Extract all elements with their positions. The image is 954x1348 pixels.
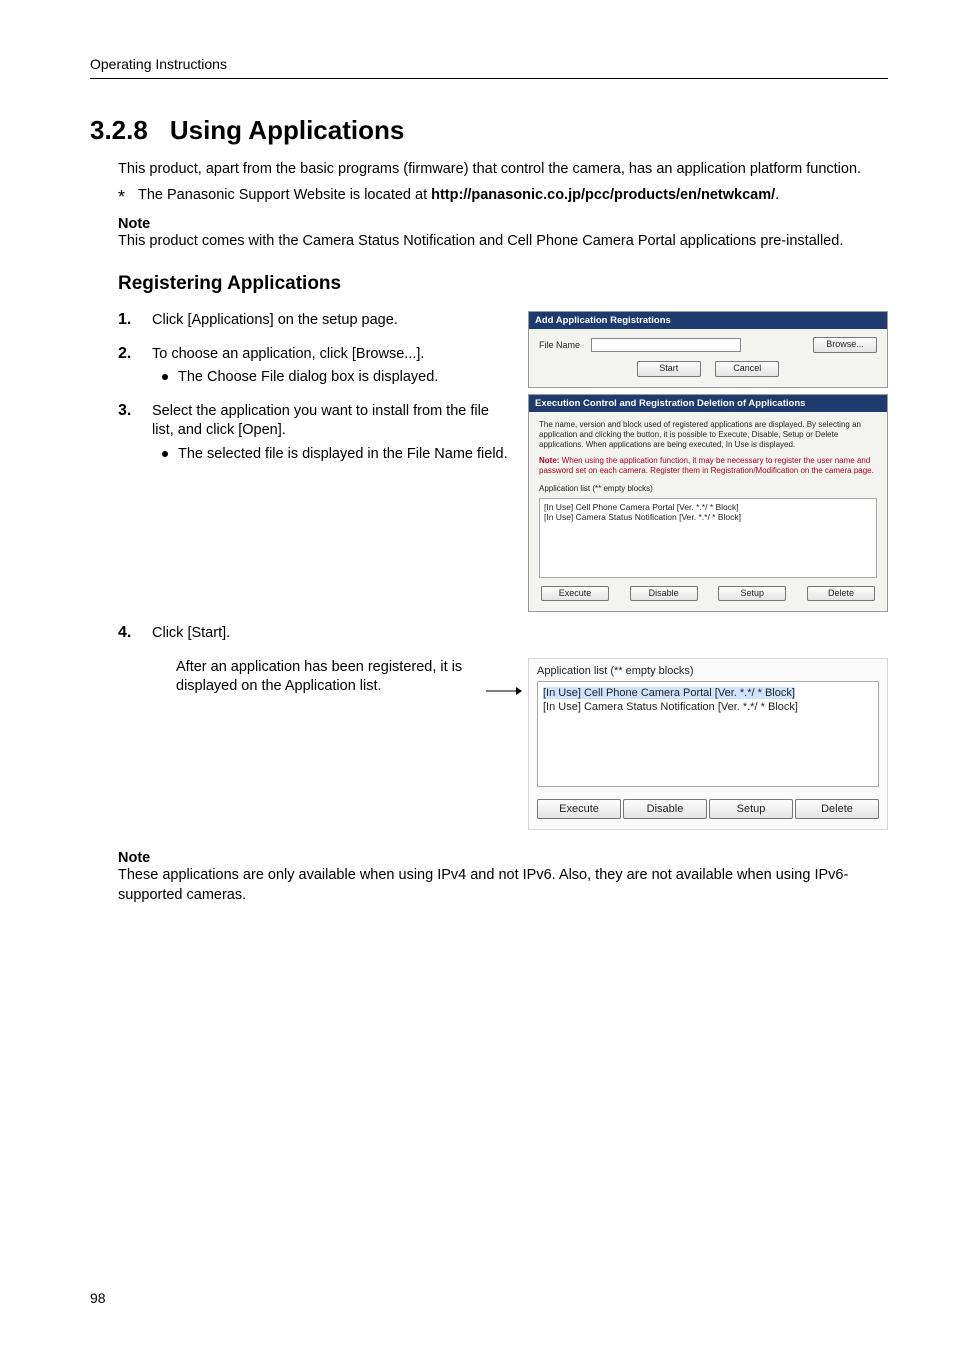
browse-button[interactable]: Browse... (813, 337, 877, 353)
application-list-caption: Application list (** empty blocks) (537, 665, 879, 677)
step-3: 3. Select the application you want to in… (118, 402, 510, 465)
application-list-panel: Application list (** empty blocks) [In U… (528, 658, 888, 830)
section-number: 3.2.8 (90, 115, 148, 146)
execution-control-panel: Execution Control and Registration Delet… (528, 394, 888, 613)
delete-button[interactable]: Delete (807, 586, 875, 602)
action-button-row: Execute Disable Setup Delete (537, 799, 879, 819)
panel-title: Execution Control and Registration Delet… (529, 395, 887, 412)
list-item[interactable]: [In Use] Cell Phone Camera Portal [Ver. … (544, 502, 872, 513)
bullet-text: The Choose File dialog box is displayed. (178, 368, 438, 388)
intro-text: This product, apart from the basic progr… (118, 160, 888, 180)
list-item[interactable]: [In Use] Cell Phone Camera Portal [Ver. … (543, 686, 873, 700)
application-list[interactable]: [In Use] Cell Phone Camera Portal [Ver. … (539, 498, 877, 578)
asterisk-icon: * (118, 186, 138, 206)
sub-bullet: The selected file is displayed in the Fi… (154, 445, 510, 465)
application-list-caption: Application list (** empty blocks) (539, 484, 877, 494)
section-title: Using Applications (170, 115, 405, 146)
file-name-label: File Name (539, 340, 585, 350)
warning-text: When using the application function, it … (539, 456, 874, 475)
arrow-icon (486, 658, 522, 702)
note-heading: Note (118, 216, 888, 232)
step-2: 2. To choose an application, click [Brow… (118, 345, 510, 388)
footnote-url: http://panasonic.co.jp/pcc/products/en/n… (431, 187, 775, 203)
bullet-text: The selected file is displayed in the Fi… (178, 445, 508, 465)
section-heading: 3.2.8 Using Applications (90, 115, 888, 146)
disable-button[interactable]: Disable (630, 586, 698, 602)
footnote: * The Panasonic Support Website is locat… (118, 186, 888, 206)
screenshot-column: Add Application Registrations File Name … (528, 311, 888, 618)
note-heading: Note (118, 850, 888, 866)
action-button-row: Execute Disable Setup Delete (539, 586, 877, 602)
running-head: Operating Instructions (90, 56, 888, 79)
footnote-post: . (775, 187, 779, 203)
bullet-icon (162, 451, 168, 457)
bullet-icon (162, 374, 168, 380)
delete-button[interactable]: Delete (795, 799, 879, 819)
step-text: Click [Applications] on the setup page. (152, 311, 398, 331)
step-number: 4. (118, 624, 140, 644)
execute-button[interactable]: Execute (541, 586, 609, 602)
panel-title: Add Application Registrations (529, 312, 887, 329)
result-text: After an application has been registered… (118, 658, 480, 697)
step-number: 3. (118, 402, 140, 465)
execute-button[interactable]: Execute (537, 799, 621, 819)
setup-button[interactable]: Setup (709, 799, 793, 819)
disable-button[interactable]: Disable (623, 799, 707, 819)
step-number: 2. (118, 345, 140, 388)
add-registration-panel: Add Application Registrations File Name … (528, 311, 888, 387)
start-button[interactable]: Start (637, 361, 701, 377)
application-list[interactable]: [In Use] Cell Phone Camera Portal [Ver. … (537, 681, 879, 787)
step-1: 1. Click [Applications] on the setup pag… (118, 311, 510, 331)
footnote-pre: The Panasonic Support Website is located… (138, 187, 431, 203)
step-text: To choose an application, click [Browse.… (152, 345, 438, 365)
step-text: Click [Start]. (152, 624, 230, 644)
file-name-input[interactable] (591, 338, 741, 352)
step-4: 4. Click [Start]. (118, 624, 888, 644)
start-cancel-row: Start Cancel (539, 361, 877, 377)
steps-column: 1. Click [Applications] on the setup pag… (118, 311, 510, 618)
setup-button[interactable]: Setup (718, 586, 786, 602)
note-body: These applications are only available wh… (118, 866, 888, 905)
note-body: This product comes with the Camera Statu… (118, 232, 888, 252)
page-number: 98 (90, 1290, 106, 1306)
subheading: Registering Applications (118, 273, 888, 295)
step-number: 1. (118, 311, 140, 331)
step-text: Select the application you want to insta… (152, 402, 510, 441)
warning-label: Note: (539, 456, 559, 465)
sub-bullet: The Choose File dialog box is displayed. (154, 368, 438, 388)
list-item[interactable]: [In Use] Camera Status Notification [Ver… (544, 512, 872, 523)
panel-warning: Note: When using the application functio… (539, 456, 877, 476)
list-item[interactable]: [In Use] Camera Status Notification [Ver… (543, 700, 873, 714)
footnote-text: The Panasonic Support Website is located… (138, 186, 779, 206)
cancel-button[interactable]: Cancel (715, 361, 779, 377)
panel-description: The name, version and block used of regi… (539, 420, 877, 450)
